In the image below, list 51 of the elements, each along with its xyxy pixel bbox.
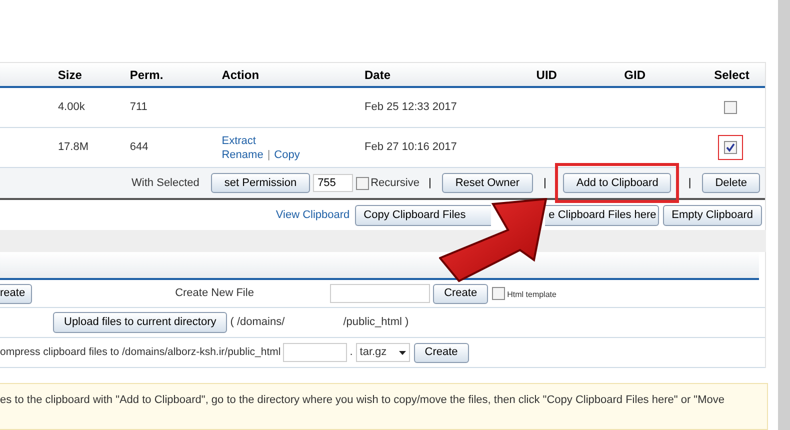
action-link[interactable]: Copy xyxy=(274,148,300,162)
create-button[interactable]: reate xyxy=(0,284,32,304)
permission-field[interactable]: 755 xyxy=(312,174,353,192)
column-header: Action xyxy=(222,68,260,82)
action-link[interactable]: Extract xyxy=(222,134,256,148)
dot-text: . xyxy=(350,345,353,360)
archive-name-field[interactable] xyxy=(282,343,347,362)
column-header: UID xyxy=(536,68,557,82)
column-header: Date xyxy=(364,68,391,82)
field-label: Create New File xyxy=(175,286,255,302)
column-header: Select xyxy=(714,68,750,82)
separator-text: | xyxy=(428,176,432,191)
checkbox-label: Html template xyxy=(507,289,556,301)
html-template-checkbox[interactable] xyxy=(492,287,506,300)
action-link[interactable]: Rename xyxy=(222,148,264,162)
select-checkbox[interactable] xyxy=(724,101,738,114)
notice-text: es to the clipboard with "Add to Clipboard", go to the directory where you wish to copy/move the files, then click "Copy Clipboard Files here" or "Move xyxy=(0,394,724,406)
clipboard-button[interactable]: Empty Clipboard xyxy=(662,204,762,226)
compress-label: ompress clipboard files to /domains/alborz-ksh.ir/public_html xyxy=(0,344,281,360)
size-cell: 4.00k xyxy=(58,101,85,114)
dropdown-caret-icon xyxy=(398,350,406,354)
checkmark-icon xyxy=(726,143,736,152)
recursive-checkbox[interactable] xyxy=(356,176,369,190)
permission-cell: 644 xyxy=(130,141,148,154)
toolbar-button[interactable]: Reset Owner xyxy=(442,173,533,193)
toolbar-button[interactable]: Add to Clipboard xyxy=(563,173,672,193)
clipboard-button[interactable]: e Clipboard Files here xyxy=(544,204,659,226)
column-header: Perm. xyxy=(130,68,164,82)
separator-text: | xyxy=(688,176,692,191)
toolbar-button[interactable]: Delete xyxy=(702,173,760,193)
separator-text: | xyxy=(544,176,546,191)
view-clipboard-link[interactable]: View Clipboard xyxy=(276,206,350,224)
column-header: GID xyxy=(624,68,646,82)
format-select[interactable]: tar.gz xyxy=(356,343,410,362)
date-cell: Feb 27 10:16 2017 xyxy=(364,141,457,154)
upload-button[interactable]: Upload files to current directory xyxy=(53,312,228,333)
size-cell: 17.8M xyxy=(58,141,89,154)
with-selected-label: With Selected xyxy=(132,176,200,191)
path-text: ( /domains/ xyxy=(230,315,286,330)
clipboard-button[interactable]: Copy Clipboard Files xyxy=(354,204,491,226)
date-cell: Feb 25 12:33 2017 xyxy=(364,101,457,114)
column-header: Size xyxy=(58,68,82,82)
permission-cell: 711 xyxy=(130,101,148,114)
select-checkbox[interactable] xyxy=(724,141,738,154)
create-button[interactable]: Create xyxy=(414,342,469,362)
path-text: /public_html ) xyxy=(343,315,409,330)
checkbox-label: Recursive xyxy=(370,176,420,191)
separator-text: | xyxy=(267,148,270,162)
filename-field[interactable] xyxy=(330,284,430,303)
create-button[interactable]: Create xyxy=(433,284,488,304)
toolbar-button[interactable]: set Permission xyxy=(211,173,310,193)
